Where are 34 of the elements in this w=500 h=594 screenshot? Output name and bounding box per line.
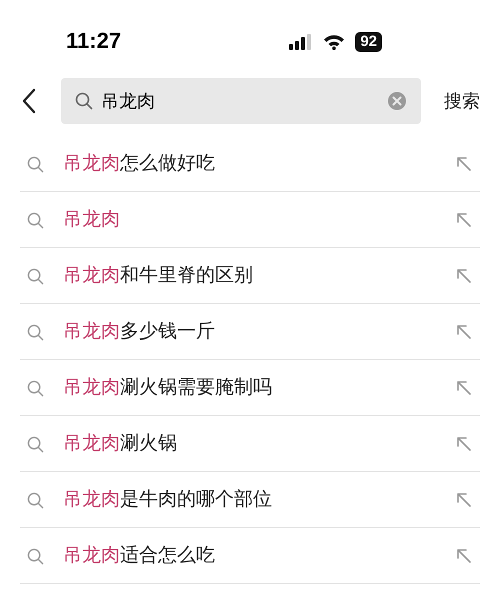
- search-icon: [27, 492, 44, 508]
- signal-icon: [289, 34, 314, 50]
- search-icon: [27, 212, 44, 228]
- fill-arrow-icon[interactable]: [456, 212, 472, 228]
- clear-icon[interactable]: [387, 91, 407, 111]
- wifi-icon: [323, 34, 346, 50]
- suggestion-item[interactable]: 吊龙肉多少钱一斤: [63, 318, 215, 346]
- suggestion-item[interactable]: 吊龙肉涮火锅: [63, 430, 177, 458]
- search-query: 吊龙肉: [101, 90, 156, 112]
- suggestion-item[interactable]: 吊龙肉适合怎么吃: [63, 542, 215, 570]
- back-icon[interactable]: [22, 88, 36, 114]
- search-icon: [27, 380, 44, 396]
- search-icon: [27, 324, 44, 340]
- search-field[interactable]: 吊龙肉: [61, 78, 421, 124]
- suggestion-item[interactable]: 吊龙肉是牛肉的哪个部位: [63, 486, 272, 514]
- fill-arrow-icon[interactable]: [456, 156, 472, 172]
- fill-arrow-icon[interactable]: [456, 268, 472, 284]
- fill-arrow-icon[interactable]: [456, 548, 472, 564]
- search-icon: [27, 548, 44, 564]
- suggestion-item[interactable]: 吊龙肉怎么做好吃: [63, 150, 215, 178]
- suggestion-item[interactable]: 吊龙肉和牛里脊的区别: [63, 262, 253, 290]
- status-time: 11:27: [66, 30, 122, 52]
- fill-arrow-icon[interactable]: [456, 492, 472, 508]
- search-icon: [75, 92, 93, 110]
- fill-arrow-icon[interactable]: [456, 324, 472, 340]
- search-button[interactable]: 搜索: [444, 88, 480, 114]
- search-icon: [27, 436, 44, 452]
- search-icon: [27, 268, 44, 284]
- suggestion-item[interactable]: 吊龙肉涮火锅需要腌制吗: [63, 374, 272, 402]
- search-icon: [27, 156, 44, 172]
- suggestion-item[interactable]: 吊龙肉: [63, 206, 120, 234]
- fill-arrow-icon[interactable]: [456, 380, 472, 396]
- fill-arrow-icon[interactable]: [456, 436, 472, 452]
- battery-indicator: 92: [355, 32, 382, 52]
